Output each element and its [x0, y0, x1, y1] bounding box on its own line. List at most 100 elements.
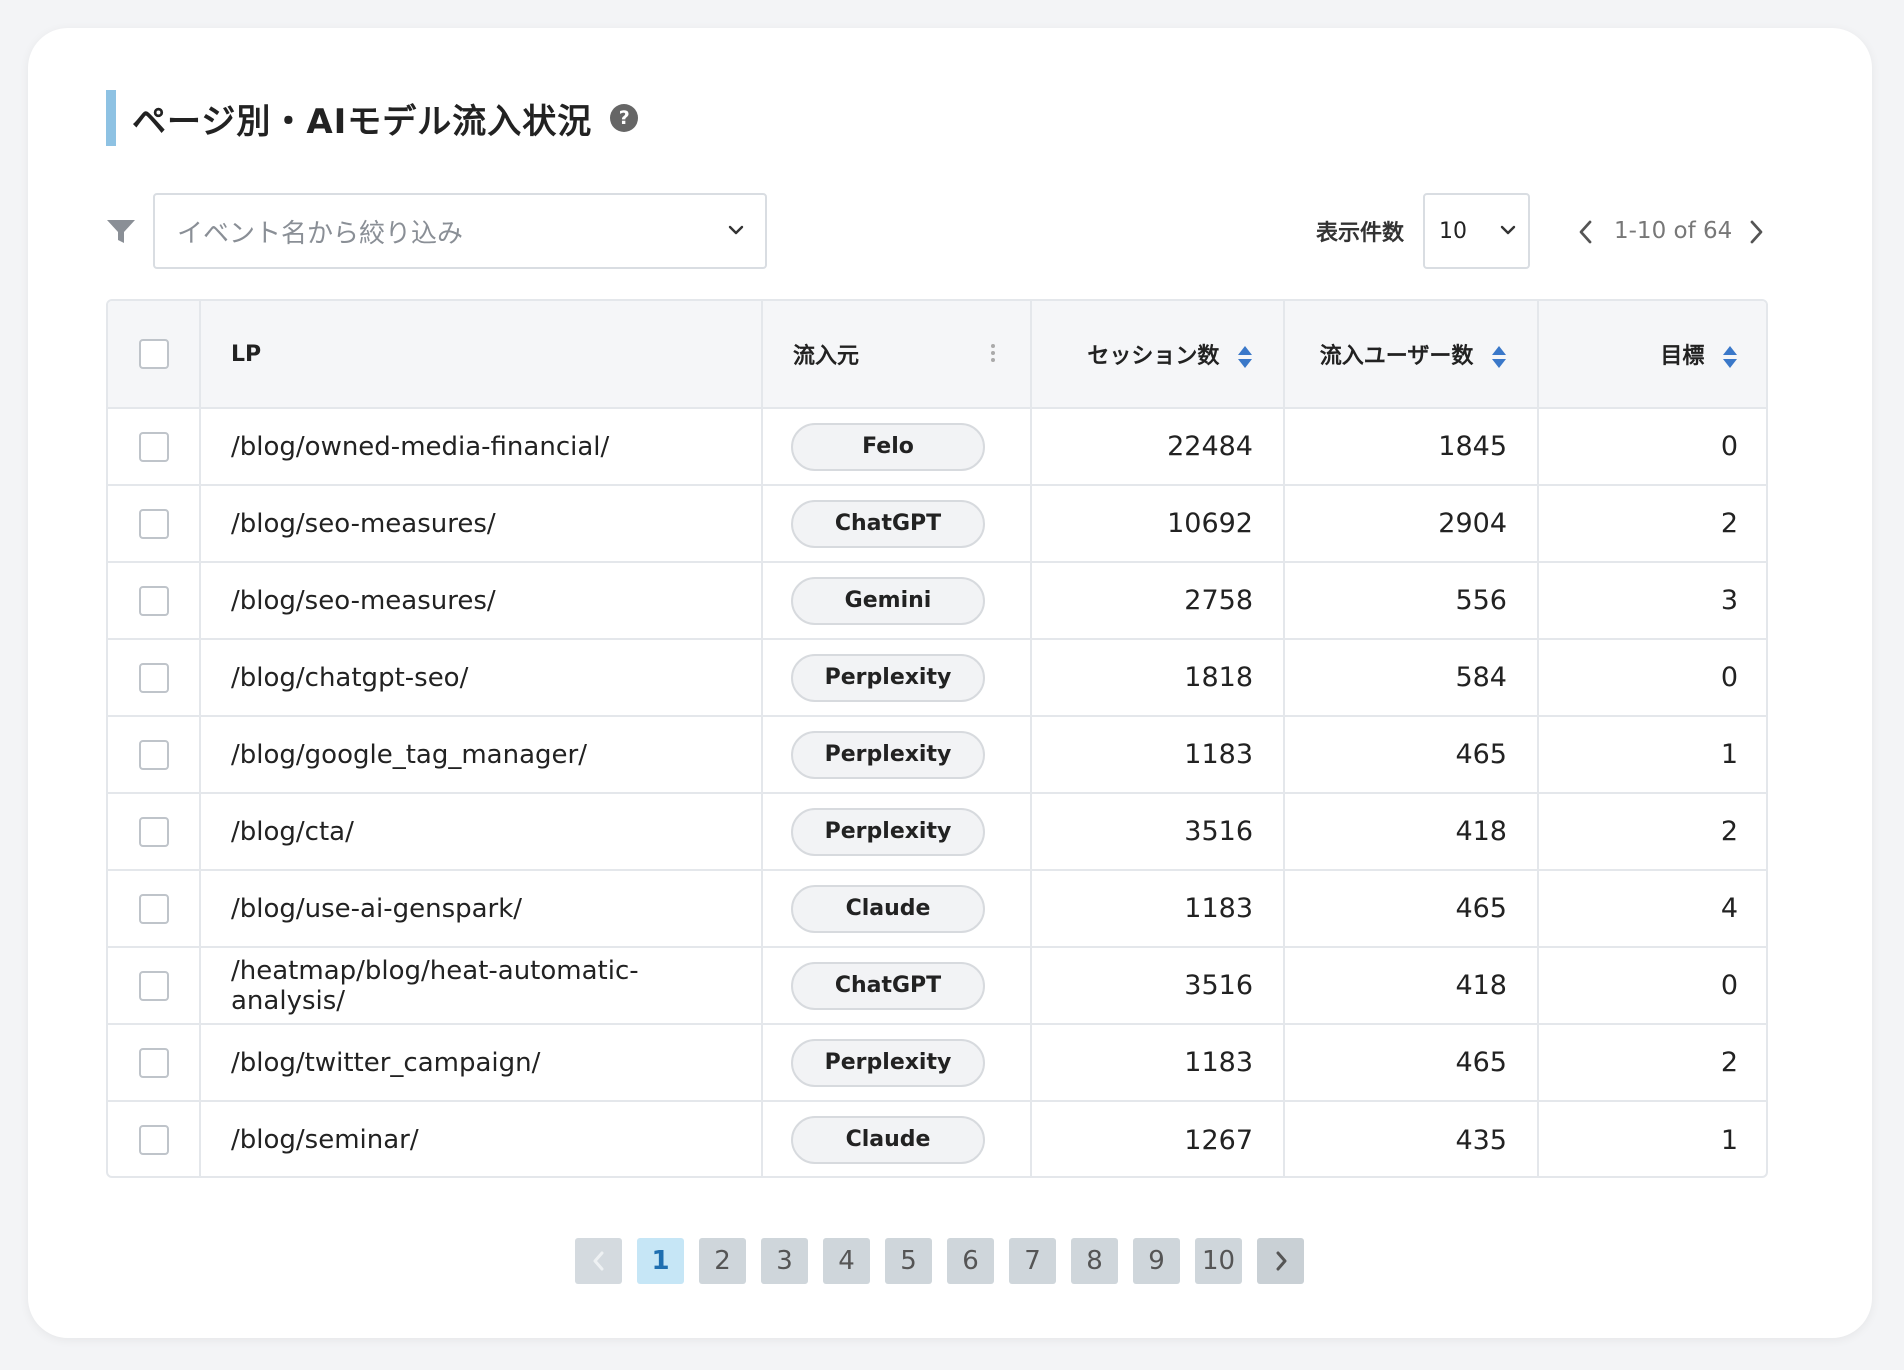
source-badge: ChatGPT: [791, 961, 985, 1010]
per-page-value: 10: [1439, 218, 1467, 244]
sort-icon[interactable]: [1491, 345, 1507, 369]
page-button-7[interactable]: 7: [1009, 1238, 1056, 1284]
row-users: 435: [1284, 1101, 1539, 1176]
row-goals: 1: [1720, 1124, 1738, 1156]
pagination-prev-button[interactable]: [575, 1238, 622, 1284]
row-checkbox[interactable]: [138, 816, 169, 847]
column-menu-icon[interactable]: [990, 343, 996, 363]
panel-header: ページ別・AIモデル流入状況 ?: [106, 90, 639, 146]
select-all-checkbox[interactable]: [138, 339, 169, 369]
row-goals: 0: [1538, 408, 1766, 486]
row-goals: 0: [1538, 947, 1766, 1025]
header-sessions-label: セッション数: [1087, 344, 1220, 369]
header-source: 流入元: [762, 301, 1032, 409]
page-title: ページ別・AIモデル流入状況: [132, 101, 593, 142]
row-goals: 2: [1538, 485, 1766, 563]
row-lp: /blog/seo-measures/: [200, 485, 763, 563]
row-checkbox[interactable]: [138, 970, 169, 1001]
pagination: 1 2 3 4 5 6 7 8 9 10: [575, 1238, 1304, 1284]
row-sessions: 1183: [1031, 870, 1285, 948]
row-users: 418: [1284, 947, 1539, 1025]
row-lp: /blog/owned-media-financial/: [200, 408, 763, 486]
row-sessions: 2758: [1031, 562, 1285, 640]
page-button-2[interactable]: 2: [699, 1238, 746, 1284]
table-row[interactable]: /blog/owned-media-financial/ Felo 22484 …: [108, 408, 1766, 486]
header-sessions[interactable]: セッション数: [1031, 301, 1285, 409]
range-prev-button[interactable]: [1576, 218, 1596, 246]
table-row[interactable]: /blog/seo-measures/ Gemini 2758 556 3: [108, 562, 1766, 640]
row-sessions: 1267: [1031, 1101, 1285, 1176]
row-sessions: 1818: [1031, 639, 1285, 717]
row-goals: 1: [1538, 716, 1766, 794]
row-checkbox[interactable]: [138, 893, 169, 924]
row-checkbox[interactable]: [138, 585, 169, 616]
row-users: 2904: [1284, 485, 1539, 563]
page-button-1[interactable]: 1: [637, 1238, 684, 1284]
row-goals: 2: [1538, 1024, 1766, 1102]
row-sessions: 22484: [1031, 408, 1285, 486]
sort-icon[interactable]: [1237, 345, 1253, 369]
sort-icon[interactable]: [1722, 345, 1738, 369]
table-row[interactable]: /blog/google_tag_manager/ Perplexity 118…: [108, 716, 1766, 794]
chevron-right-icon: [1276, 1251, 1286, 1271]
row-users: 465: [1284, 716, 1539, 794]
event-filter-select[interactable]: イベント名から絞り込み: [153, 193, 767, 269]
source-badge: ChatGPT: [791, 499, 985, 548]
source-badge: Gemini: [791, 576, 985, 625]
table-row[interactable]: /blog/seminar/ Claude 1267 435 1: [108, 1101, 1766, 1176]
per-page-label: 表示件数: [1316, 221, 1405, 246]
table-row[interactable]: /blog/twitter_campaign/ Perplexity 1183 …: [108, 1024, 1766, 1102]
row-lp: /blog/chatgpt-seo/: [200, 639, 763, 717]
source-badge: Perplexity: [791, 807, 985, 856]
row-sessions: 1183: [1031, 716, 1285, 794]
row-lp: /blog/google_tag_manager/: [200, 716, 763, 794]
page-button-9[interactable]: 9: [1133, 1238, 1180, 1284]
row-checkbox[interactable]: [138, 662, 169, 693]
row-users: 465: [1284, 1024, 1539, 1102]
row-checkbox[interactable]: [138, 739, 169, 770]
table-row[interactable]: /blog/use-ai-genspark/ Claude 1183 465 4: [108, 870, 1766, 948]
table-header-row: LP 流入元 セッション数 流入ユーザー数 目標: [108, 301, 1766, 409]
row-sessions: 3516: [1031, 947, 1285, 1025]
row-users: 584: [1284, 639, 1539, 717]
row-checkbox[interactable]: [138, 431, 169, 462]
page-button-10[interactable]: 10: [1195, 1238, 1242, 1284]
row-users: 1845: [1284, 408, 1539, 486]
page-button-8[interactable]: 8: [1071, 1238, 1118, 1284]
page-button-5[interactable]: 5: [885, 1238, 932, 1284]
source-badge: Perplexity: [791, 653, 985, 702]
header-users-label: 流入ユーザー数: [1319, 344, 1474, 369]
source-badge: Claude: [791, 884, 985, 933]
header-source-label: 流入元: [793, 344, 860, 369]
table-row[interactable]: /blog/chatgpt-seo/ Perplexity 1818 584 0: [108, 639, 1766, 717]
row-users: 418: [1284, 793, 1539, 871]
range-next-button[interactable]: [1746, 218, 1766, 246]
row-lp: /heatmap/blog/heat-automatic-analysis/: [200, 947, 763, 1025]
pagination-next-button[interactable]: [1257, 1238, 1304, 1284]
table-row[interactable]: /heatmap/blog/heat-automatic-analysis/ C…: [108, 947, 1766, 1025]
table-row[interactable]: /blog/seo-measures/ ChatGPT 10692 2904 2: [108, 485, 1766, 563]
source-badge: Perplexity: [791, 1038, 985, 1087]
source-badge: Perplexity: [791, 730, 985, 779]
row-lp: /blog/cta/: [200, 793, 763, 871]
row-lp: /blog/seminar/: [200, 1101, 763, 1176]
chevron-down-icon: [728, 225, 744, 235]
row-checkbox[interactable]: [138, 1125, 169, 1156]
data-table: LP 流入元 セッション数 流入ユーザー数 目標 /blog/owned-med…: [106, 299, 1768, 1178]
row-checkbox[interactable]: [138, 508, 169, 539]
per-page-select[interactable]: 10: [1423, 193, 1530, 269]
chevron-down-icon: [1500, 225, 1516, 235]
page-button-3[interactable]: 3: [761, 1238, 808, 1284]
header-goals[interactable]: 目標: [1538, 301, 1766, 409]
row-lp: /blog/twitter_campaign/: [200, 1024, 763, 1102]
help-icon[interactable]: ?: [610, 104, 639, 132]
table-row[interactable]: /blog/cta/ Perplexity 3516 418 2: [108, 793, 1766, 871]
title-accent-bar: [106, 90, 116, 146]
row-checkbox[interactable]: [138, 1047, 169, 1078]
row-sessions: 1183: [1031, 1024, 1285, 1102]
header-goals-label: 目標: [1660, 344, 1705, 369]
page-button-6[interactable]: 6: [947, 1238, 994, 1284]
header-users[interactable]: 流入ユーザー数: [1284, 301, 1539, 409]
range-text: 1-10 of 64: [1614, 218, 1733, 244]
page-button-4[interactable]: 4: [823, 1238, 870, 1284]
